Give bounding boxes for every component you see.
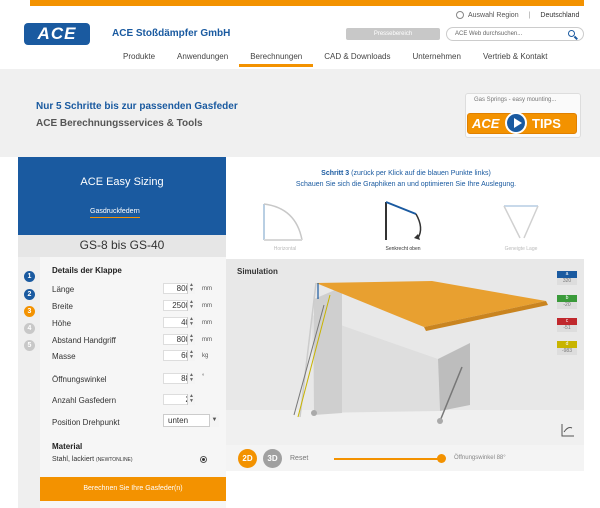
- nav-item-cad-downloads[interactable]: CAD & Downloads: [313, 50, 401, 67]
- region-selector[interactable]: Auswahl Region | Deutschland: [456, 11, 579, 19]
- field-label-laenge: Länge: [52, 285, 75, 294]
- nav-item-vertrieb-kontakt[interactable]: Vertrieb & Kontakt: [472, 50, 558, 67]
- step3-label: Schritt 3: [321, 170, 350, 177]
- unit-label: mm: [202, 286, 212, 292]
- region-separator: |: [528, 11, 531, 19]
- unit-label: °: [202, 374, 205, 380]
- field-label-breite: Breite: [52, 302, 73, 311]
- sizing-title: ACE Easy Sizing: [80, 176, 164, 188]
- stepper-icon[interactable]: ▲ ▼: [187, 300, 195, 311]
- chevron-down-icon[interactable]: ▼: [209, 414, 219, 427]
- step3-line1: Schritt 3 (zurück per Klick auf die blau…: [226, 170, 586, 177]
- sizing-header: [18, 157, 226, 235]
- legend-d-value: -983: [557, 348, 577, 355]
- legend-c: c -51: [557, 318, 577, 332]
- hero-title: Nur 5 Schritte bis zur passenden Gasfede…: [36, 101, 238, 112]
- inclined-option-icon[interactable]: [496, 198, 546, 244]
- view-2d-button[interactable]: 2D: [238, 449, 257, 468]
- legend-b: b -20: [557, 295, 577, 309]
- rotate-icon[interactable]: [558, 420, 578, 440]
- unit-label: mm: [202, 303, 212, 309]
- legend-a: a 320: [557, 271, 577, 285]
- step-4-dot: 4: [24, 323, 35, 334]
- model-range: GS-8 bis GS-40: [79, 238, 165, 252]
- view-3d-button[interactable]: 3D: [263, 449, 282, 468]
- unit-label: kg: [202, 353, 209, 359]
- company-name: ACE Stoßdämpfer GmbH: [112, 28, 231, 39]
- stepper-icon[interactable]: ▲ ▼: [187, 317, 195, 328]
- tips-label[interactable]: Gas Springs - easy mounting...: [474, 97, 556, 103]
- region-label[interactable]: Auswahl Region: [468, 12, 519, 19]
- nav-item-unternehmen[interactable]: Unternehmen: [401, 50, 471, 67]
- legend-c-value: -51: [557, 325, 577, 332]
- field-label-masse: Masse: [52, 352, 76, 361]
- step-2-dot[interactable]: 2: [24, 289, 35, 300]
- step3-hint: (zurück per Klick auf die blauen Punkte …: [349, 170, 491, 177]
- material-option-code: (NEWTONLINE): [95, 457, 133, 463]
- main-nav: Produkte Anwendungen Berechnungen CAD & …: [112, 50, 558, 67]
- unit-label: mm: [202, 320, 212, 326]
- hero-subtitle: ACE Berechnungsservices & Tools: [36, 118, 203, 129]
- tab-gasdruckfedern[interactable]: Gasdruckfedern: [90, 208, 140, 218]
- tips-text: TIPS: [532, 116, 561, 131]
- field-label-abstand: Abstand Handgriff: [52, 336, 116, 345]
- option-label-senkrecht[interactable]: Senkrecht oben: [368, 246, 438, 252]
- ace-logo[interactable]: ACE: [24, 23, 90, 45]
- legend-d-key: d: [557, 341, 577, 348]
- stepper-icon[interactable]: ▲ ▼: [187, 283, 195, 294]
- step3-line2: Schauen Sie sich die Graphiken an und op…: [295, 181, 517, 188]
- nav-item-berechnungen[interactable]: Berechnungen: [239, 50, 314, 67]
- material-option-label: Stahl, lackiert: [52, 456, 95, 463]
- step-3-dot[interactable]: 3: [24, 306, 35, 317]
- material-title: Material: [52, 442, 83, 451]
- legend-c-key: c: [557, 318, 577, 325]
- legend-b-key: b: [557, 295, 577, 302]
- material-radio[interactable]: [200, 456, 207, 463]
- field-label-hoehe: Höhe: [52, 319, 72, 328]
- legend-a-key: a: [557, 271, 577, 278]
- calculate-button[interactable]: Berechnen Sie Ihre Gasfeder(n): [40, 477, 226, 501]
- unit-label: mm: [202, 337, 212, 343]
- nav-item-produkte[interactable]: Produkte: [112, 50, 166, 67]
- option-label-geneigt[interactable]: Geneigte Lage: [486, 246, 556, 252]
- material-option[interactable]: Stahl, lackiert (NEWTONLINE): [52, 456, 133, 463]
- stepper-icon[interactable]: ▲ ▼: [187, 334, 195, 345]
- legend-a-value: 320: [557, 278, 577, 285]
- tips-ace-text: ACE: [472, 116, 500, 131]
- field-label-drehpunkt: Position Drehpunkt: [52, 418, 120, 427]
- form-title: Details der Klappe: [52, 266, 122, 275]
- stepper-icon[interactable]: ▲ ▼: [187, 350, 195, 361]
- step-1-dot[interactable]: 1: [24, 271, 35, 282]
- step-5-dot: 5: [24, 340, 35, 351]
- search-icon[interactable]: [568, 30, 575, 37]
- play-icon[interactable]: [505, 112, 527, 134]
- option-label-horizontal[interactable]: Horizontal: [250, 246, 320, 252]
- globe-icon: [456, 11, 464, 19]
- search-input[interactable]: ACE Web durchsuchen...: [446, 27, 584, 41]
- legend-b-value: -20: [557, 302, 577, 309]
- region-value[interactable]: Deutschland: [540, 12, 579, 19]
- angle-slider-label: Öffnungswinkel 88°: [454, 455, 506, 461]
- field-label-oeffnungswinkel: Öffnungswinkel: [52, 375, 107, 384]
- top-accent-bar: [30, 0, 584, 6]
- stepper-icon[interactable]: ▲ ▼: [187, 373, 195, 384]
- press-button[interactable]: Pressebereich: [346, 28, 440, 40]
- stepper-icon[interactable]: ▲ ▼: [187, 394, 195, 405]
- simulation-render: [293, 281, 548, 424]
- horizontal-option-icon[interactable]: [258, 198, 308, 244]
- field-label-anzahl: Anzahl Gasfedern: [52, 396, 117, 405]
- search-placeholder: ACE Web durchsuchen...: [455, 31, 523, 37]
- angle-slider-fill: [334, 458, 442, 460]
- nav-item-anwendungen[interactable]: Anwendungen: [166, 50, 239, 67]
- reset-button[interactable]: Reset: [290, 455, 308, 462]
- legend-d: d -983: [557, 341, 577, 355]
- vertical-up-option-icon[interactable]: [378, 198, 428, 244]
